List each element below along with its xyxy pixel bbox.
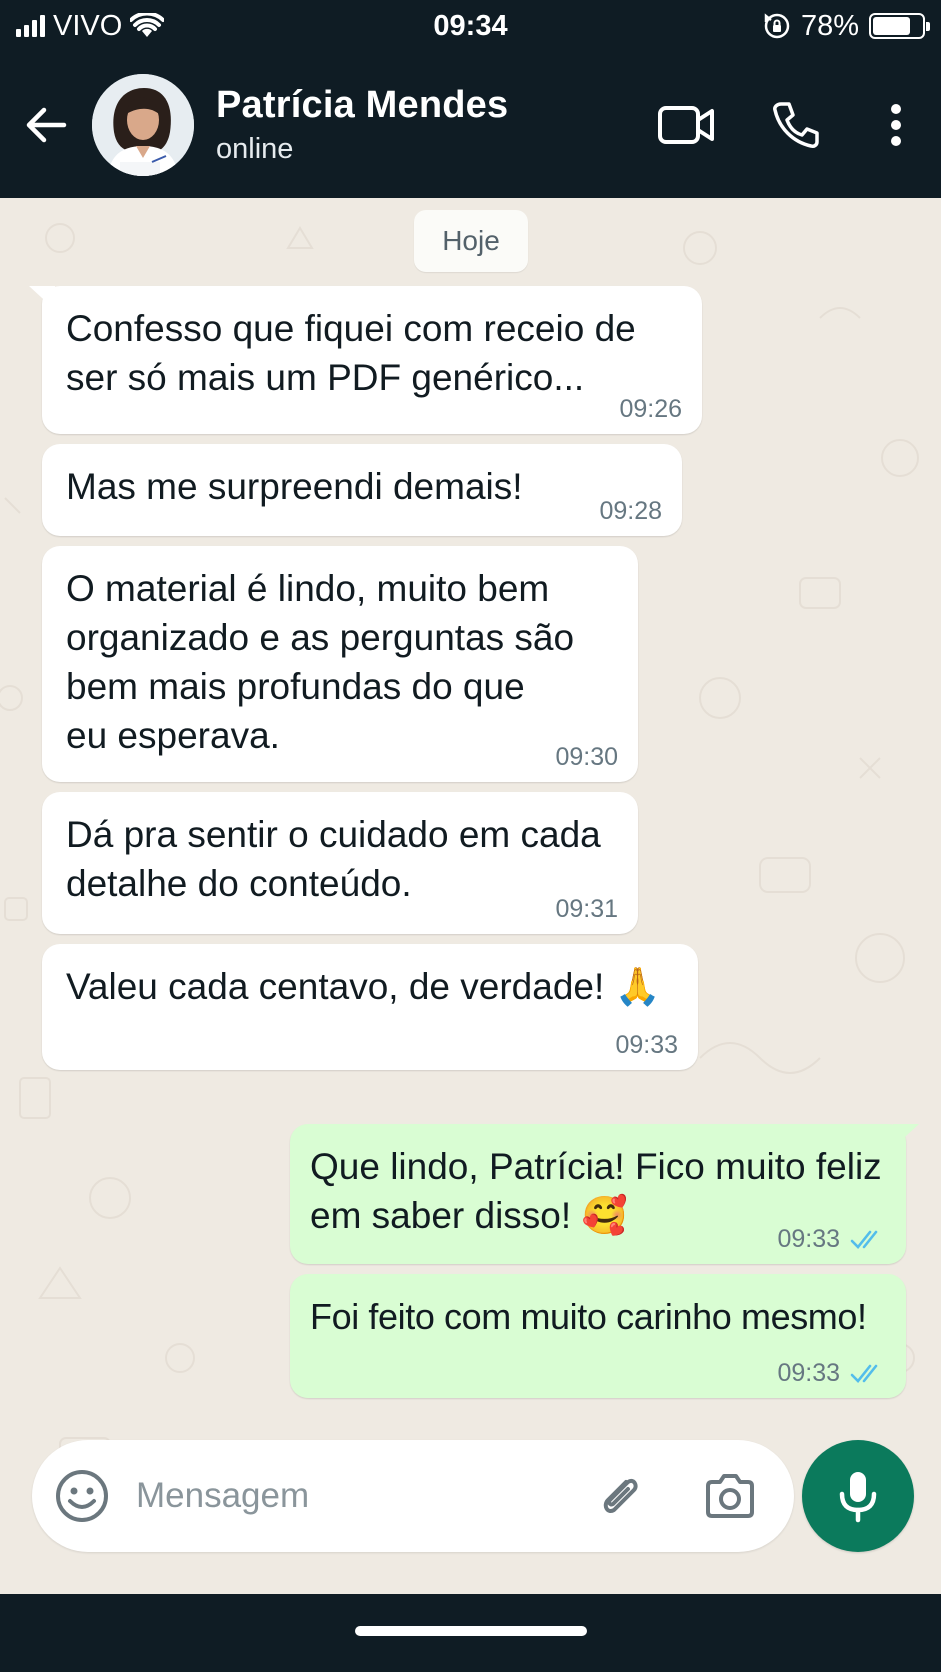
phone-icon (773, 102, 819, 148)
message-meta: 09:30 (555, 743, 618, 772)
signal-icon (16, 15, 45, 37)
message-incoming[interactable]: Confesso que fiquei com receio de ser só… (29, 286, 702, 434)
emoji-button[interactable] (54, 1468, 110, 1524)
message-meta: 09:33 (777, 1359, 886, 1388)
more-options-button[interactable] (851, 52, 941, 198)
date-chip: Hoje (414, 210, 528, 272)
message-time: 09:28 (599, 497, 662, 525)
message-time: 09:33 (777, 1225, 840, 1253)
voice-call-button[interactable] (741, 52, 851, 198)
video-call-button[interactable] (631, 52, 741, 198)
camera-button[interactable] (702, 1468, 758, 1524)
read-ticks-icon (850, 1364, 878, 1383)
contact-name: Patrícia Mendes (216, 84, 509, 126)
bubble-tail (29, 286, 55, 310)
message-incoming[interactable]: Mas me surpreendi demais! 09:28 (42, 444, 682, 536)
emoji-icon (56, 1470, 108, 1522)
message-outgoing[interactable]: Foi feito com muito carinho mesmo! 09:33 (290, 1274, 906, 1398)
message-text: Foi feito com muito carinho mesmo! (310, 1296, 867, 1337)
message-meta: 09:33 (777, 1225, 886, 1254)
back-arrow-icon (26, 107, 67, 143)
wifi-icon (130, 13, 165, 37)
contact-status: online (216, 133, 294, 165)
message-input[interactable] (136, 1462, 596, 1530)
home-indicator[interactable] (355, 1626, 587, 1636)
battery-fill (873, 17, 911, 35)
message-text: Valeu cada centavo, de verdade! 🙏 (66, 966, 661, 1007)
more-vert-icon (891, 104, 901, 146)
battery-icon (869, 13, 930, 39)
video-call-icon (658, 106, 714, 144)
message-text: Mas me surpreendi demais! (66, 466, 523, 507)
mic-button[interactable] (802, 1440, 914, 1552)
status-bar: VIVO 09:34 78% (0, 0, 941, 52)
message-time: 09:33 (777, 1359, 840, 1387)
avatar-photo (92, 74, 194, 176)
message-incoming[interactable]: O material é lindo, muito bem organizado… (42, 546, 638, 782)
message-text: Confesso que fiquei com receio de ser só… (66, 308, 636, 398)
attach-icon (603, 1479, 638, 1513)
battery-percent: 78% (800, 9, 859, 42)
message-meta: 09:33 (615, 1031, 678, 1060)
message-time: 09:31 (555, 895, 618, 923)
back-button[interactable] (0, 52, 92, 198)
message-incoming[interactable]: Valeu cada centavo, de verdade! 🙏 09:33 (42, 944, 698, 1070)
read-ticks-icon (850, 1230, 878, 1249)
message-incoming[interactable]: Dá pra sentir o cuidado em cada detalhe … (42, 792, 638, 934)
mic-icon (839, 1472, 877, 1523)
camera-icon (706, 1474, 754, 1518)
header-actions (631, 52, 941, 198)
avatar[interactable] (92, 74, 194, 176)
message-time: 09:26 (619, 395, 682, 423)
contact-info[interactable]: Patrícia Mendes online (216, 84, 508, 166)
message-composer (32, 1440, 794, 1552)
carrier-label: VIVO (53, 9, 123, 42)
system-nav-bar (0, 1594, 941, 1672)
message-time: 09:33 (615, 1031, 678, 1059)
status-left: VIVO (16, 9, 165, 43)
status-right: 78% (763, 9, 930, 43)
message-outgoing[interactable]: Que lindo, Patrícia! Fico muito feliz em… (290, 1124, 919, 1264)
message-meta: 09:31 (555, 895, 618, 924)
message-time: 09:30 (555, 743, 618, 771)
message-text: O material é lindo, muito bem organizado… (66, 568, 575, 756)
whatsapp-chat-screen: VIVO 09:34 78% Patrícia Mendes online Ho… (0, 0, 941, 1672)
message-text: Dá pra sentir o cuidado em cada detalhe … (66, 814, 601, 904)
attach-button[interactable] (592, 1468, 648, 1524)
chat-header: Patrícia Mendes online (0, 52, 941, 198)
message-meta: 09:26 (619, 395, 682, 424)
message-meta: 09:28 (599, 497, 662, 526)
rotation-lock-icon (764, 13, 790, 39)
chat-area[interactable]: Hoje Confesso que fiquei com receio de s… (0, 198, 941, 1594)
bubble-tail (893, 1124, 919, 1148)
